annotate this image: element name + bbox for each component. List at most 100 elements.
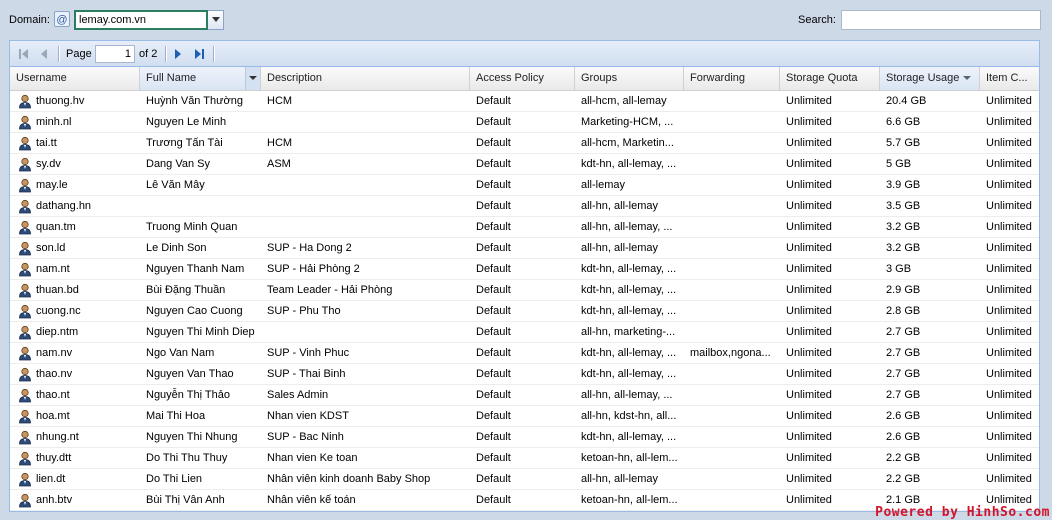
cell-forwarding [684, 133, 780, 153]
cell-access-policy: Default [476, 158, 511, 170]
table-row[interactable]: cuong.nc Nguyen Cao Cuong SUP - Phu Tho Def… [10, 301, 1039, 322]
table-row[interactable]: nam.nv Ngo Van Nam SUP - Vinh Phuc Default k… [10, 343, 1039, 364]
table-row[interactable]: thuong.hv Huỳnh Văn Thường HCM Default all-h… [10, 91, 1039, 112]
table-row[interactable]: thao.nt Nguyễn Thị Thảo Sales Admin Default… [10, 385, 1039, 406]
cell-username: thuong.hv [36, 95, 85, 107]
cell-storage-usage: 3 GB [886, 263, 912, 275]
cell-item-count: Unlimited [986, 179, 1032, 191]
cell-username: thuan.bd [36, 284, 79, 296]
users-grid-panel: Page of 2 Username Full Name Description Ac… [9, 40, 1040, 512]
cell-access-policy: Default [476, 95, 511, 107]
column-header-label: Full Name [146, 72, 197, 84]
cell-fullname: Nguyen Cao Cuong [146, 305, 243, 317]
cell-item-count: Unlimited [986, 200, 1032, 212]
column-header-item-count[interactable]: Item C... [980, 67, 1039, 90]
table-row[interactable]: dathang.hn Default all-hn, all-lemay Unlimi… [10, 196, 1039, 217]
cell-groups: Marketing-HCM, ... [581, 116, 674, 128]
domain-combo[interactable]: @ [54, 10, 224, 30]
cell-storage-quota: Unlimited [786, 263, 832, 275]
cell-storage-quota: Unlimited [786, 305, 832, 317]
at-icon: @ [54, 11, 70, 27]
cell-description [261, 112, 470, 132]
column-header-label: Access Policy [476, 72, 544, 84]
table-row[interactable]: son.ld Le Dinh Son SUP - Ha Dong 2 Default a… [10, 238, 1039, 259]
column-menu-button[interactable] [245, 67, 260, 90]
page-number-input[interactable] [95, 45, 135, 63]
cell-item-count: Unlimited [986, 137, 1032, 149]
page-label: Page [66, 48, 92, 60]
cell-storage-quota: Unlimited [786, 389, 832, 401]
first-page-icon[interactable] [16, 46, 32, 62]
cell-forwarding [684, 154, 780, 174]
last-page-icon[interactable] [191, 46, 207, 62]
table-row[interactable]: tai.tt Trương Tấn Tài HCM Default all-hcm, M… [10, 133, 1039, 154]
toolbar-separator [165, 46, 167, 62]
cell-forwarding [684, 280, 780, 300]
column-header-forwarding[interactable]: Forwarding [684, 67, 780, 90]
table-row[interactable]: diep.ntm Nguyen Thi Minh Diep Default all-h… [10, 322, 1039, 343]
cell-storage-usage: 6.6 GB [886, 116, 921, 128]
column-header-username[interactable]: Username [10, 67, 140, 90]
cell-fullname: Nguyen Thanh Nam [146, 263, 245, 275]
cell-forwarding [684, 427, 780, 447]
table-row[interactable]: thuy.dtt Do Thi Thu Thuy Nhan vien Ke toan… [10, 448, 1039, 469]
table-row[interactable]: nam.nt Nguyen Thanh Nam SUP - Hải Phòng 2 D… [10, 259, 1039, 280]
cell-forwarding [684, 406, 780, 426]
table-row[interactable]: minh.nl Nguyen Le Minh Default Marketing-HC… [10, 112, 1039, 133]
cell-storage-usage: 2.9 GB [886, 284, 921, 296]
cell-storage-usage: 2.2 GB [886, 473, 921, 485]
cell-fullname: Nguyễn Thị Thảo [146, 389, 230, 401]
cell-username: thao.nt [36, 389, 70, 401]
column-header-label: Description [267, 72, 323, 84]
cell-groups: all-hcm, all-lemay [581, 95, 667, 107]
table-row[interactable]: thuan.bd Bùi Đặng Thuần Team Leader - Hải … [10, 280, 1039, 301]
cell-description [261, 322, 470, 342]
cell-forwarding [684, 259, 780, 279]
domain-dropdown-button[interactable] [208, 10, 224, 30]
cell-storage-quota: Unlimited [786, 242, 832, 254]
column-header-storage-quota[interactable]: Storage Quota [780, 67, 880, 90]
table-row[interactable]: lien.dt Do Thi Lien Nhân viên kinh doanh B… [10, 469, 1039, 490]
cell-description: SUP - Vinh Phuc [267, 347, 350, 359]
cell-item-count: Unlimited [986, 368, 1032, 380]
cell-storage-usage: 2.7 GB [886, 326, 921, 338]
cell-access-policy: Default [476, 494, 511, 506]
cell-storage-usage: 3.2 GB [886, 242, 921, 254]
cell-username: diep.ntm [36, 326, 79, 338]
column-header-groups[interactable]: Groups [575, 67, 684, 90]
search-input[interactable] [841, 10, 1041, 30]
column-header-fullname[interactable]: Full Name [140, 67, 261, 90]
table-row[interactable]: thao.nv Nguyen Van Thao SUP - Thai Binh Def… [10, 364, 1039, 385]
cell-item-count: Unlimited [986, 410, 1032, 422]
column-header-access-policy[interactable]: Access Policy [470, 67, 575, 90]
cell-fullname: Ngo Van Nam [146, 347, 215, 359]
toolbar-separator [213, 46, 215, 62]
column-header-description[interactable]: Description [261, 67, 470, 90]
cell-storage-quota: Unlimited [786, 179, 832, 191]
cell-storage-usage: 3.9 GB [886, 179, 921, 191]
table-row[interactable]: hoa.mt Mai Thi Hoa Nhan vien KDST Default al… [10, 406, 1039, 427]
cell-storage-quota: Unlimited [786, 410, 832, 422]
cell-access-policy: Default [476, 452, 511, 464]
table-row[interactable]: may.le Lê Văn Mây Default all-lemay Unlimite… [10, 175, 1039, 196]
cell-description [261, 175, 470, 195]
sort-descending-icon [963, 76, 972, 81]
cell-username: lien.dt [36, 473, 66, 485]
column-header-storage-usage[interactable]: Storage Usage [880, 67, 980, 90]
next-page-icon[interactable] [170, 46, 186, 62]
cell-fullname: Nguyen Thi Nhung [146, 431, 238, 443]
cell-fullname: Nguyen Thi Minh Diep [146, 326, 255, 338]
cell-username: nhung.nt [36, 431, 79, 443]
column-header-label: Storage Quota [786, 72, 858, 84]
cell-storage-quota: Unlimited [786, 116, 832, 128]
domain-input[interactable] [74, 10, 208, 30]
table-row[interactable]: nhung.nt Nguyen Thi Nhung SUP - Bac Ninh De… [10, 427, 1039, 448]
cell-username: son.ld [36, 242, 66, 254]
prev-page-icon[interactable] [36, 46, 52, 62]
cell-description: Nhan vien Ke toan [267, 452, 358, 464]
cell-groups: kdt-hn, all-lemay, ... [581, 431, 677, 443]
cell-access-policy: Default [476, 473, 511, 485]
cell-storage-quota: Unlimited [786, 284, 832, 296]
table-row[interactable]: quan.tm Truong Minh Quan Default all-hn, al… [10, 217, 1039, 238]
table-row[interactable]: sy.dv Dang Van Sy ASM Default kdt-hn, all-le… [10, 154, 1039, 175]
